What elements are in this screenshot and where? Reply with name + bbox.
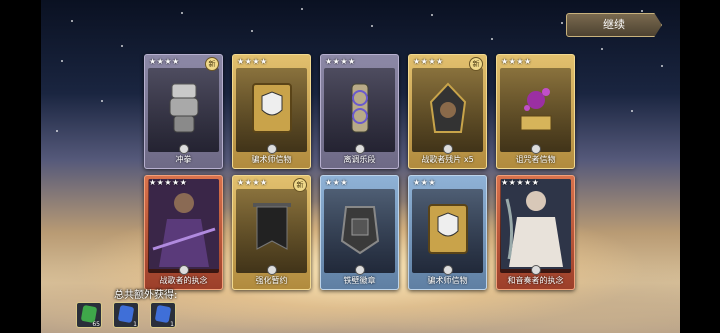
card-name: 战歌者残片 x5 [421, 155, 474, 164]
blue-rune-icon [117, 304, 135, 324]
rarity-stars: ★★★ [413, 178, 437, 187]
card-art-frame [412, 189, 483, 273]
card-art-frame [412, 68, 483, 152]
card-art-frame [148, 179, 219, 273]
reward-card[interactable]: ★★★ 骗术师信物 [408, 175, 487, 290]
reward-card[interactable]: ★★★★★ 和音奏者的执念 [496, 175, 575, 290]
card-art-frame [324, 68, 395, 152]
bonus-label: 总共额外获得: [114, 290, 178, 301]
star-dot [251, 30, 253, 32]
card-art-frame [500, 179, 571, 273]
rarity-stars: ★★★★ [237, 57, 268, 66]
gauntlet-icon [162, 80, 206, 140]
musician-portrait-icon [500, 179, 571, 273]
reward-card[interactable]: ★★★★★ 战歌者的执念 [144, 175, 223, 290]
rarity-stars: ★★★★★ [501, 178, 540, 187]
star-dot [661, 65, 663, 67]
bonus-item[interactable]: 65 [76, 302, 102, 328]
rarity-stars: ★★★★ [149, 57, 180, 66]
rarity-stars: ★★★★★ [149, 178, 188, 187]
shield-badge-icon [338, 201, 382, 261]
card-name: 和音奏者的执念 [507, 276, 564, 285]
star-dot [56, 130, 58, 132]
blue-rune-icon [154, 304, 172, 324]
rarity-stars: ★★★★ [501, 57, 532, 66]
reward-card[interactable]: ★★★★ 新战歌者残片 x5 [408, 54, 487, 169]
shield-book-icon [249, 80, 295, 140]
star-dot [181, 12, 183, 14]
scroll-icon [340, 80, 380, 140]
card-name: 铁壁徽章 [343, 276, 376, 285]
bonus-count: 1 [170, 321, 174, 328]
rarity-stars: ★★★ [325, 178, 349, 187]
star-dot [101, 100, 103, 102]
banner-icon [249, 199, 295, 263]
new-badge: 新 [205, 57, 219, 71]
warrior-portrait-icon [148, 179, 219, 273]
reward-card[interactable]: ★★★★ 诅咒者信物 [496, 54, 575, 169]
star-dot [431, 14, 433, 16]
new-badge: 新 [469, 57, 483, 71]
star-dot [61, 60, 63, 62]
potion-altar-icon [513, 80, 559, 140]
bonus-item[interactable]: 1 [150, 302, 176, 328]
card-name: 骗术师信物 [251, 155, 292, 164]
bonus-count: 65 [92, 321, 100, 328]
rarity-stars: ★★★★ [237, 178, 268, 187]
reward-card[interactable]: ★★★★ 新强化暂约 [232, 175, 311, 290]
reward-card[interactable]: ★★★★ 新冲拳 [144, 54, 223, 169]
star-dot [631, 110, 633, 112]
rarity-stars: ★★★★ [413, 57, 444, 66]
card-name: 诅咒者信物 [515, 155, 556, 164]
star-dot [601, 48, 603, 50]
shield-book-icon [425, 201, 471, 261]
new-badge: 新 [293, 178, 307, 192]
reward-card[interactable]: ★★★★ 离调乐段 [320, 54, 399, 169]
star-dot [301, 8, 303, 10]
card-name: 骗术师信物 [427, 276, 468, 285]
card-name: 强化暂约 [255, 276, 288, 285]
star-dot [561, 22, 563, 24]
card-art-frame [236, 189, 307, 273]
star-dot [121, 45, 123, 47]
star-dot [371, 25, 373, 27]
card-art-frame [148, 68, 219, 152]
continue-button[interactable]: 继续 [566, 13, 662, 37]
hooded-figure-icon [425, 80, 471, 140]
bonus-item[interactable]: 1 [113, 302, 139, 328]
reward-card[interactable]: ★★★ 铁壁徽章 [320, 175, 399, 290]
card-name: 冲拳 [175, 155, 192, 164]
card-art-frame [324, 189, 395, 273]
star-dot [71, 20, 73, 22]
right-letterbox [680, 0, 720, 333]
left-letterbox [0, 0, 41, 333]
bonus-count: 1 [133, 321, 137, 328]
star-dot [641, 10, 643, 12]
rarity-stars: ★★★★ [325, 57, 356, 66]
reward-card[interactable]: ★★★★ 骗术师信物 [232, 54, 311, 169]
card-name: 离调乐段 [343, 155, 376, 164]
card-art-frame [236, 68, 307, 152]
star-dot [491, 38, 493, 40]
card-art-frame [500, 68, 571, 152]
